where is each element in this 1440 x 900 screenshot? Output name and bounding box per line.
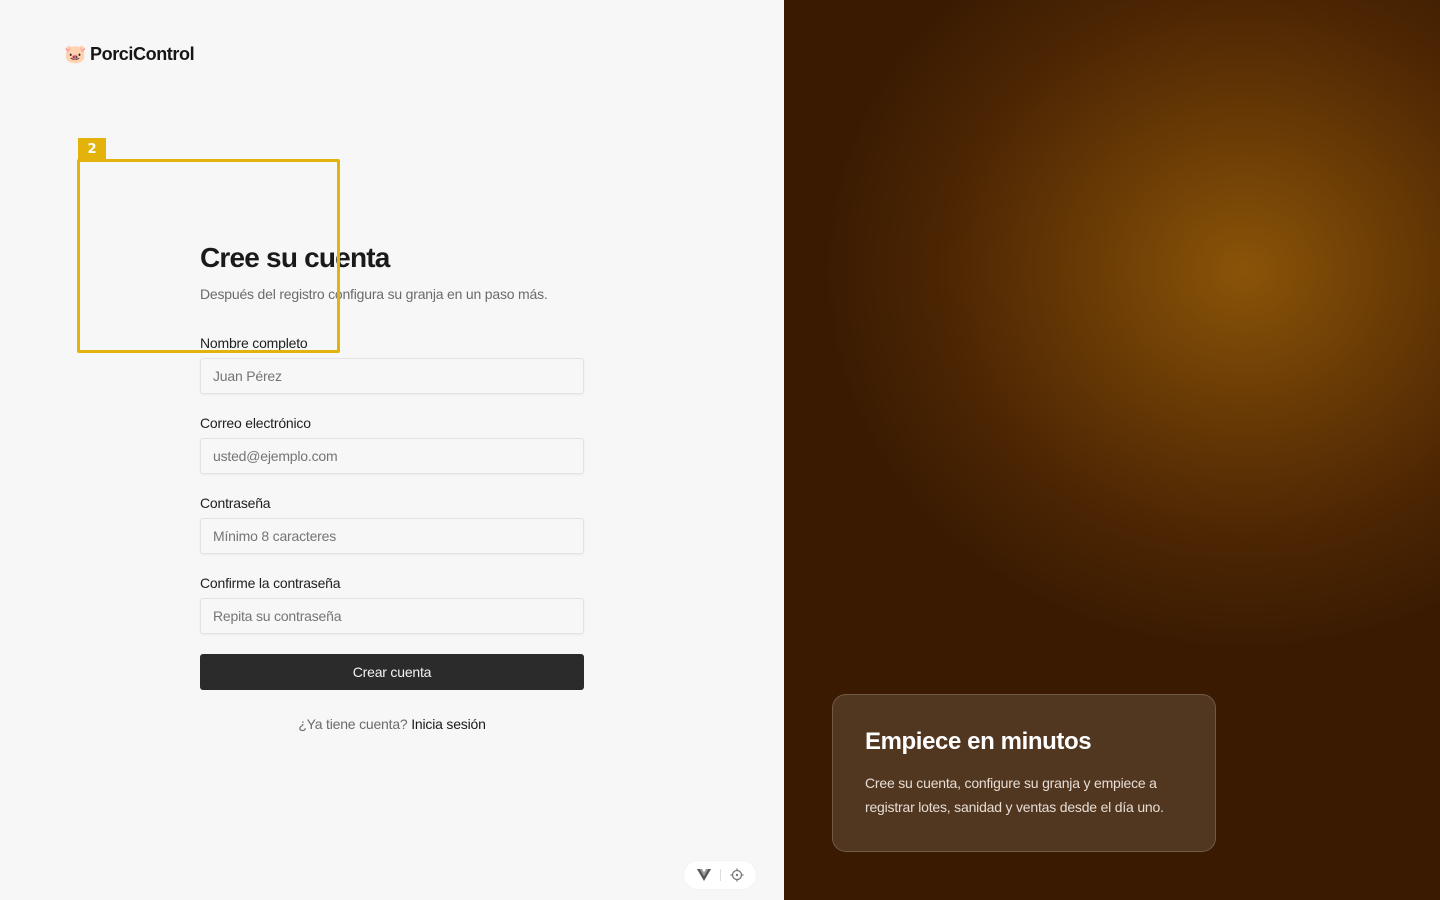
full-name-input[interactable] xyxy=(200,358,584,394)
confirm-password-label: Confirme la contraseña xyxy=(200,575,341,591)
confirm-password-field: Confirme la contraseña xyxy=(200,574,584,634)
email-label: Correo electrónico xyxy=(200,415,311,431)
full-name-field: Nombre completo xyxy=(200,334,584,394)
promo-card: Empiece en minutos Cree su cuenta, confi… xyxy=(832,694,1216,852)
devtools-toolbar xyxy=(684,861,756,889)
promo-panel: Empiece en minutos Cree su cuenta, confi… xyxy=(784,0,1440,900)
login-link[interactable]: Inicia sesión xyxy=(411,716,486,732)
login-prompt: ¿Ya tiene cuenta? Inicia sesión xyxy=(200,716,584,732)
pig-face-icon: 🐷 xyxy=(64,44,87,64)
overlay-index-badge: 2 xyxy=(78,138,106,160)
crosshair-icon[interactable] xyxy=(729,867,745,883)
login-prompt-text: ¿Ya tiene cuenta? xyxy=(298,716,408,732)
vue-logo-icon[interactable] xyxy=(696,867,712,883)
full-name-label: Nombre completo xyxy=(200,335,308,351)
signup-panel: 🐷 PorciControl Cree su cuenta Después de… xyxy=(0,0,784,900)
page-title: Cree su cuenta xyxy=(200,242,390,273)
password-input[interactable] xyxy=(200,518,584,554)
toolbar-divider xyxy=(719,869,721,881)
create-account-button[interactable]: Crear cuenta xyxy=(200,654,584,690)
brand[interactable]: 🐷 PorciControl xyxy=(64,42,195,66)
promo-title: Empiece en minutos xyxy=(865,728,1092,755)
email-input[interactable] xyxy=(200,438,584,474)
email-field: Correo electrónico xyxy=(200,414,584,474)
page-subtitle: Después del registro configura su granja… xyxy=(200,286,548,302)
brand-name: PorciControl xyxy=(90,43,195,64)
password-field: Contraseña xyxy=(200,494,584,554)
confirm-password-input[interactable] xyxy=(200,598,584,634)
signup-form: Cree su cuenta Después del registro conf… xyxy=(200,240,584,732)
promo-text: Cree su cuenta, configure su granja y em… xyxy=(865,775,1164,815)
password-label: Contraseña xyxy=(200,495,271,511)
